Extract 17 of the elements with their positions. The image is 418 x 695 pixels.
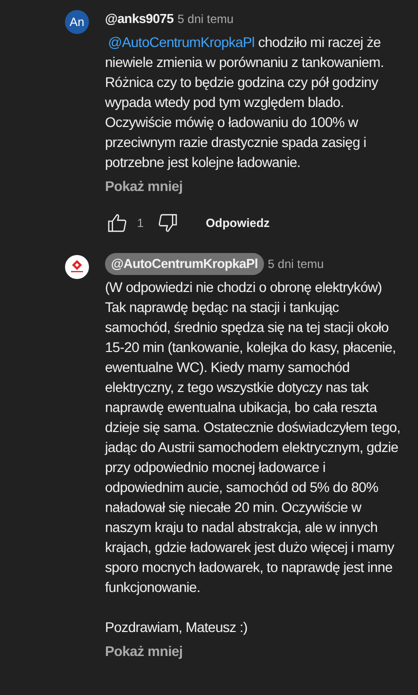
timestamp[interactable]: 5 dni temu <box>178 10 234 28</box>
thumbs-up-icon <box>106 212 128 234</box>
like-button[interactable] <box>105 211 129 235</box>
author-name[interactable]: @AutoCentrumKropkaPl <box>105 253 264 275</box>
comment-text: Pozdrawiam, Mateusz :) <box>105 618 248 637</box>
timestamp[interactable]: 5 dni temu <box>268 255 324 273</box>
mention-link[interactable]: @AutoCentrumKropkaPl <box>105 34 255 50</box>
logo-avatar[interactable] <box>65 255 89 279</box>
like-count: 1 <box>137 215 144 232</box>
reply-button[interactable]: Odpowiedz <box>200 208 276 238</box>
comment-text: (W odpowiedzi nie chodzi o obronę elektryków) Tak naprawdę będąc na stacji i tankując samochód, średnio spędza się na tej stacji około 15-20 min (tankowanie, kolejka do kasy, płacenie, ewentualne WC). Kiedy mamy samochód elektryczny, z tego wszystkie dotyczy nas tak naprawdę ewentualna ubikacja, bo cała reszta dzieje się sama. Ostatecznie doświadczyłem tego, jadąc do Austrii samochodem elektrycznym, gdzie przy odpowiednio mocnej ładowarce i odpowiednim aucie, samochód od 5% do 80% naładował się niecałe 20 min. Oczywiście w naszym kraju to nadal abstrakcja, ale w innych krajach, gdzie ładowarek jest dużo więcej i mamy sporo mocnych ładowarek, to naprawdę jest inne funkcjonowanie. <box>105 278 402 597</box>
show-less-button[interactable]: Pokaż mniej <box>105 641 183 662</box>
avatar[interactable]: An <box>65 10 89 34</box>
author-name[interactable]: @anks9075 <box>105 9 174 29</box>
comment-text: @AutoCentrumKropkaPl chodziło mi raczej że niewiele zmienia w porównaniu z tankowaniem. Różnica czy to będzie godzina czy pół godziny wypada wtedy pod tym względem blado. Oczywiście mówię o ładowaniu do 100% w przeciwnym razie drastycznie spada zasięg i potrzebne jest kolejne ładowanie. <box>105 33 385 172</box>
thumbs-down-icon <box>156 212 179 234</box>
show-less-button[interactable]: Pokaż mniej <box>105 176 183 197</box>
